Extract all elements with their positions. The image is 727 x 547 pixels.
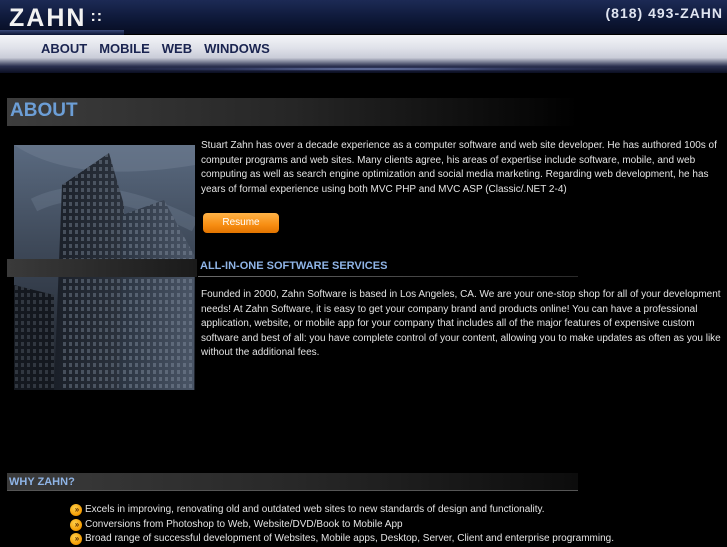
why-divider: [7, 490, 578, 491]
resume-button[interactable]: Resume: [203, 213, 279, 233]
section-accent-bar: [7, 259, 197, 277]
phone-number: (818) 493-ZAHN: [605, 5, 723, 21]
double-chevron-right-icon: »: [70, 533, 82, 546]
nav-about[interactable]: ABOUT: [41, 41, 87, 56]
logo-text: ZAHN: [9, 4, 87, 32]
list-item: » Conversions from Photoshop to Web, Web…: [70, 518, 614, 533]
double-chevron-right-icon: »: [70, 518, 82, 531]
nav-windows[interactable]: WINDOWS: [204, 41, 270, 56]
nav-web[interactable]: WEB: [162, 41, 192, 56]
logo-dots: ::: [90, 8, 104, 25]
why-list: » Excels in improving, renovating old an…: [70, 503, 614, 547]
list-item: » Broad range of successful development …: [70, 532, 614, 547]
top-bar: ZAHN:: (818) 493-ZAHN: [0, 0, 727, 34]
why-title: WHY ZAHN?: [9, 476, 75, 488]
page-title: ABOUT: [10, 100, 78, 121]
services-title: ALL-IN-ONE SOFTWARE SERVICES: [200, 260, 388, 272]
why-item-text: Broad range of successful development of…: [85, 533, 614, 545]
services-divider: [198, 276, 578, 277]
services-text: Founded in 2000, Zahn Software is based …: [201, 289, 721, 358]
intro-text: Stuart Zahn has over a decade experience…: [201, 140, 717, 195]
list-item: » Excels in improving, renovating old an…: [70, 503, 614, 518]
logo[interactable]: ZAHN::: [9, 4, 103, 33]
double-chevron-right-icon: »: [70, 504, 82, 517]
page-title-bar: ABOUT: [7, 98, 578, 126]
why-item-text: Conversions from Photoshop to Web, Websi…: [85, 518, 403, 530]
nav-mobile[interactable]: MOBILE: [99, 41, 150, 56]
main-nav: ABOUT MOBILE WEB WINDOWS: [41, 41, 270, 56]
why-title-bar: [7, 473, 578, 491]
why-item-text: Excels in improving, renovating old and …: [85, 504, 545, 516]
nav-glow-divider: [90, 67, 650, 71]
